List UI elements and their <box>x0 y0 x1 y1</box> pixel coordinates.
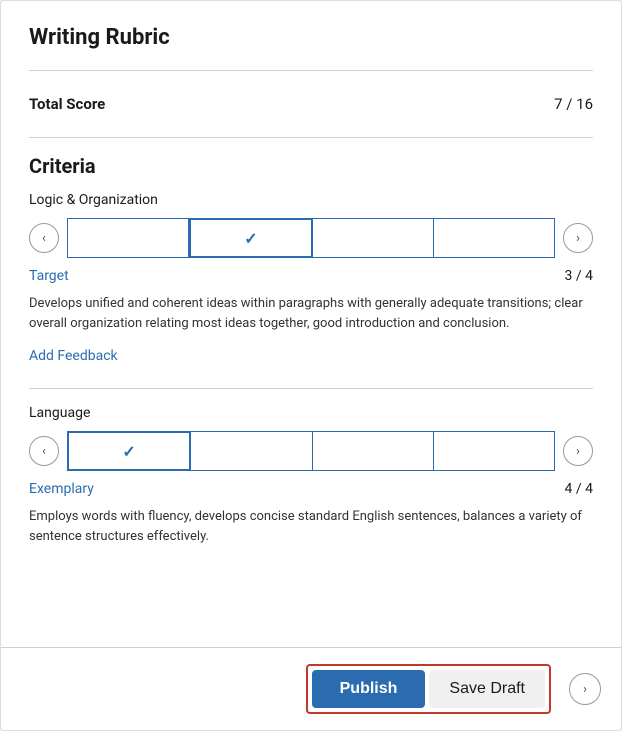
checkmark-language: ✓ <box>122 442 135 461</box>
cells-row-logic: ✓ <box>67 218 555 258</box>
publish-button[interactable]: Publish <box>312 670 426 708</box>
title-divider <box>29 70 593 71</box>
description-language: Employs words with fluency, develops con… <box>29 507 593 546</box>
criterion-divider <box>29 388 593 389</box>
cell-logic-1[interactable]: ✓ <box>189 218 313 258</box>
next-button-logic[interactable]: › <box>563 223 593 253</box>
page-title: Writing Rubric <box>29 25 593 50</box>
cell-language-1[interactable] <box>191 431 312 471</box>
footer-buttons-group: Publish Save Draft <box>306 664 551 714</box>
criterion-language: Language ‹ ✓ › <box>29 405 593 546</box>
footer: Publish Save Draft › <box>1 647 621 730</box>
prev-button-language[interactable]: ‹ <box>29 436 59 466</box>
score-value-language: 4 / 4 <box>565 481 593 497</box>
left-arrow-icon-language: ‹ <box>42 444 46 459</box>
score-row-logic: Target 3 / 4 <box>29 268 593 284</box>
description-logic: Develops unified and coherent ideas with… <box>29 294 593 333</box>
cells-row-language: ✓ <box>67 431 555 471</box>
score-value-logic: 3 / 4 <box>565 268 593 284</box>
right-arrow-icon-logic: › <box>576 231 580 246</box>
cell-language-2[interactable] <box>313 431 434 471</box>
add-feedback-logic[interactable]: Add Feedback <box>29 348 118 364</box>
total-score-value: 7 / 16 <box>554 95 593 113</box>
footer-right-arrow-icon: › <box>583 682 587 697</box>
cell-logic-2[interactable] <box>313 218 434 258</box>
score-label-language: Exemplary <box>29 481 94 497</box>
next-button-language[interactable]: › <box>563 436 593 466</box>
criterion-label-logic: Logic & Organization <box>29 192 593 208</box>
cell-logic-0[interactable] <box>67 218 189 258</box>
cell-logic-3[interactable] <box>434 218 555 258</box>
prev-button-logic[interactable]: ‹ <box>29 223 59 253</box>
total-score-row: Total Score 7 / 16 <box>29 87 593 121</box>
total-score-label: Total Score <box>29 95 105 113</box>
cell-language-3[interactable] <box>434 431 555 471</box>
cell-language-0[interactable]: ✓ <box>67 431 191 471</box>
footer-next-button[interactable]: › <box>569 673 601 705</box>
save-draft-button[interactable]: Save Draft <box>429 670 545 708</box>
score-row-language: Exemplary 4 / 4 <box>29 481 593 497</box>
content-area: Writing Rubric Total Score 7 / 16 Criter… <box>1 1 621 647</box>
slider-row-language: ‹ ✓ › <box>29 431 593 471</box>
main-container: Writing Rubric Total Score 7 / 16 Criter… <box>0 0 622 731</box>
criterion-logic-organization: Logic & Organization ‹ ✓ <box>29 192 593 368</box>
criterion-label-language: Language <box>29 405 593 421</box>
score-label-logic: Target <box>29 268 69 284</box>
left-arrow-icon-logic: ‹ <box>42 231 46 246</box>
score-divider <box>29 137 593 138</box>
right-arrow-icon-language: › <box>576 444 580 459</box>
slider-row-logic: ‹ ✓ › <box>29 218 593 258</box>
checkmark-logic: ✓ <box>244 229 257 248</box>
criteria-heading: Criteria <box>29 154 593 178</box>
